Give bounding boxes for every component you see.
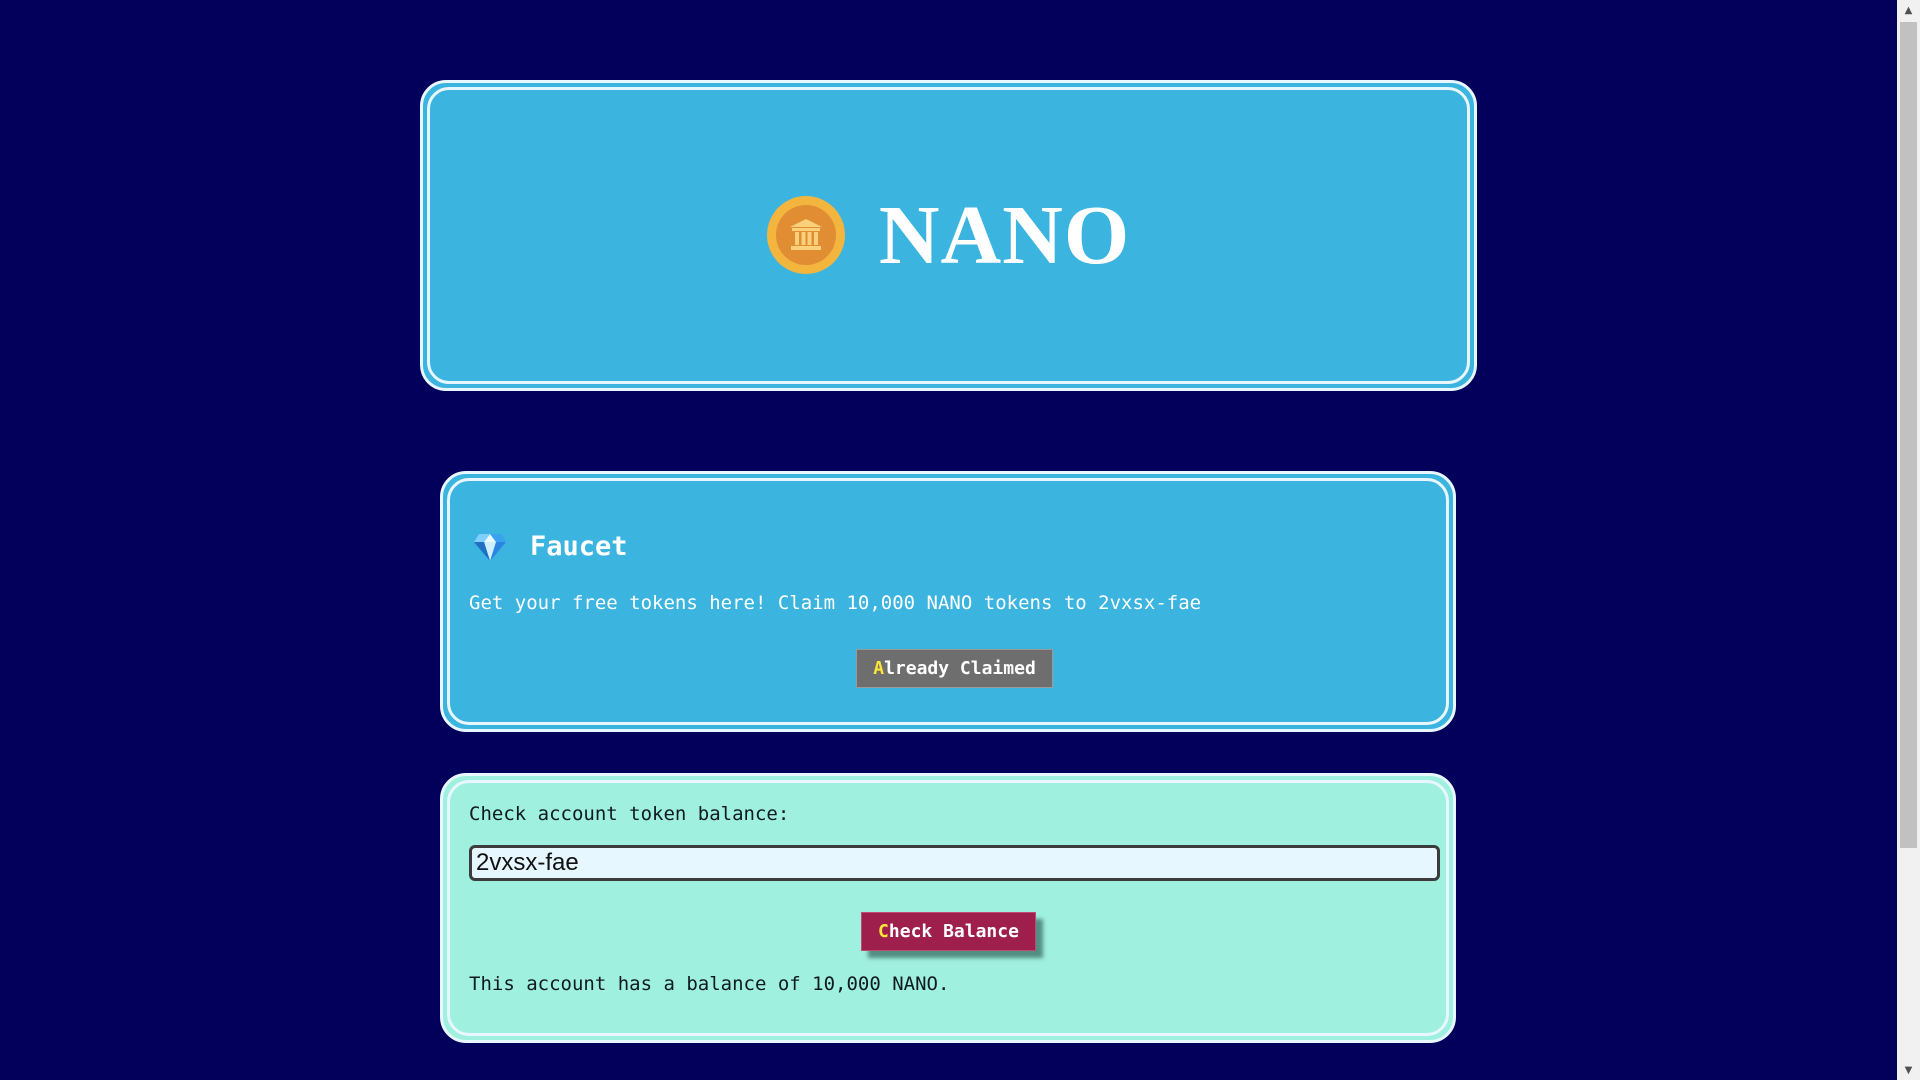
- faucet-heading: Faucet: [473, 531, 628, 562]
- faucet-title: Faucet: [530, 531, 628, 562]
- vertical-scrollbar[interactable]: ▲ ▼: [1897, 0, 1920, 1080]
- check-balance-button[interactable]: Check Balance: [861, 912, 1036, 951]
- button-hotkey: A: [873, 658, 885, 679]
- balance-label: Check account token balance:: [469, 803, 790, 825]
- button-hotkey: C: [878, 921, 889, 942]
- balance-card: Check account token balance: Check Balan…: [440, 773, 1456, 1043]
- scroll-up-icon[interactable]: ▲: [1897, 0, 1920, 20]
- page-viewport: NANO Faucet Get your free tokens here! C…: [0, 0, 1897, 1080]
- bank-coin-icon: [766, 195, 845, 274]
- balance-result: This account has a balance of 10,000 NAN…: [469, 973, 950, 995]
- scroll-thumb[interactable]: [1900, 22, 1917, 848]
- gem-icon: [474, 533, 506, 561]
- faucet-card: Faucet Get your free tokens here! Claim …: [440, 471, 1456, 732]
- button-label: heck Balance: [888, 921, 1019, 942]
- button-label: lready Claimed: [884, 658, 1036, 679]
- header-banner: NANO: [420, 80, 1477, 391]
- account-input[interactable]: [469, 845, 1440, 881]
- faucet-description: Get your free tokens here! Claim 10,000 …: [469, 592, 1202, 614]
- app-title: NANO: [878, 188, 1131, 282]
- already-claimed-button[interactable]: Already Claimed: [856, 649, 1053, 688]
- scroll-down-icon[interactable]: ▼: [1897, 1060, 1920, 1080]
